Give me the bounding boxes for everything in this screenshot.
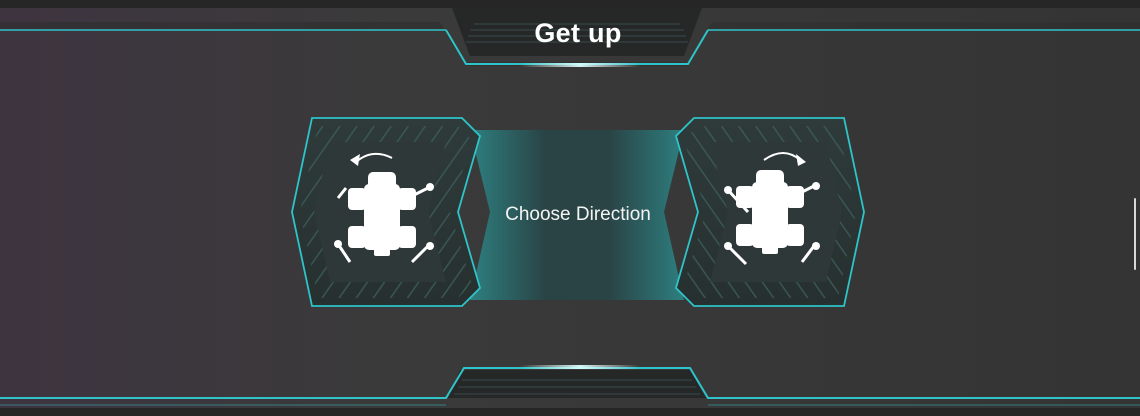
rotate-right-button[interactable] xyxy=(675,118,865,306)
page-title: Get up xyxy=(534,18,622,48)
rotate-left-button[interactable] xyxy=(290,118,480,306)
choose-direction-label: Choose Direction xyxy=(505,204,651,225)
scroll-indicator[interactable] xyxy=(1134,198,1136,270)
screen: Get up Choose Direction xyxy=(0,0,1140,416)
